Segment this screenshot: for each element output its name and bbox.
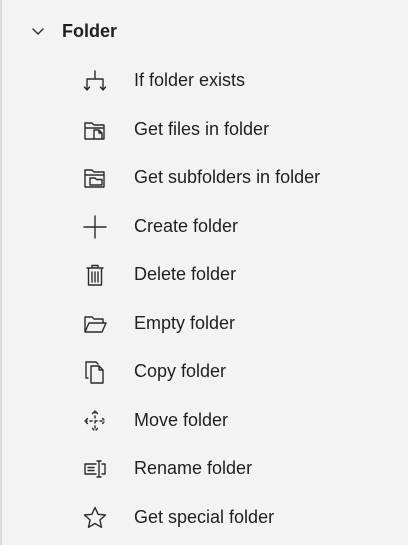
action-label: Get files in folder <box>134 118 270 139</box>
star-icon <box>82 505 108 531</box>
trash-icon <box>82 262 108 288</box>
action-get-files-in-folder[interactable]: Get files in folder <box>0 105 408 154</box>
action-get-subfolders-in-folder[interactable]: Get subfolders in folder <box>0 153 408 202</box>
action-label: Rename folder <box>134 458 253 478</box>
action-label: Get subfolders in folder <box>134 167 321 187</box>
folder-group-header[interactable]: Folder <box>0 14 408 48</box>
action-label: If folder exists <box>134 70 246 90</box>
action-create-folder[interactable]: Create folder <box>0 202 408 251</box>
chevron-down-icon[interactable] <box>30 23 46 39</box>
folder-actions-list: If folder exists Get files in folder Get… <box>0 56 408 541</box>
plus-icon <box>82 214 108 240</box>
group-title: Folder <box>62 21 118 41</box>
get-subfolders-icon <box>82 165 108 191</box>
action-empty-folder[interactable]: Empty folder <box>0 299 408 348</box>
action-label: Empty folder <box>134 312 236 333</box>
action-move-folder[interactable]: Move folder <box>0 396 408 445</box>
action-label: Delete folder <box>134 264 237 284</box>
action-label: Copy folder <box>134 361 227 381</box>
open-folder-icon <box>82 311 108 337</box>
actions-panel: Folder If folder exists Get files in fol… <box>0 0 408 545</box>
get-files-icon <box>82 117 108 143</box>
action-if-folder-exists[interactable]: If folder exists <box>0 56 408 105</box>
action-label: Get special folder <box>134 506 275 527</box>
action-label: Create folder <box>134 215 239 236</box>
action-copy-folder[interactable]: Copy folder <box>0 347 408 396</box>
branch-icon <box>82 68 108 94</box>
action-label: Move folder <box>134 409 229 430</box>
rename-icon <box>82 456 108 482</box>
move-icon <box>82 408 108 434</box>
action-rename-folder[interactable]: Rename folder <box>0 444 408 493</box>
action-get-special-folder[interactable]: Get special folder <box>0 493 408 542</box>
copy-icon <box>82 359 108 385</box>
action-delete-folder[interactable]: Delete folder <box>0 250 408 299</box>
